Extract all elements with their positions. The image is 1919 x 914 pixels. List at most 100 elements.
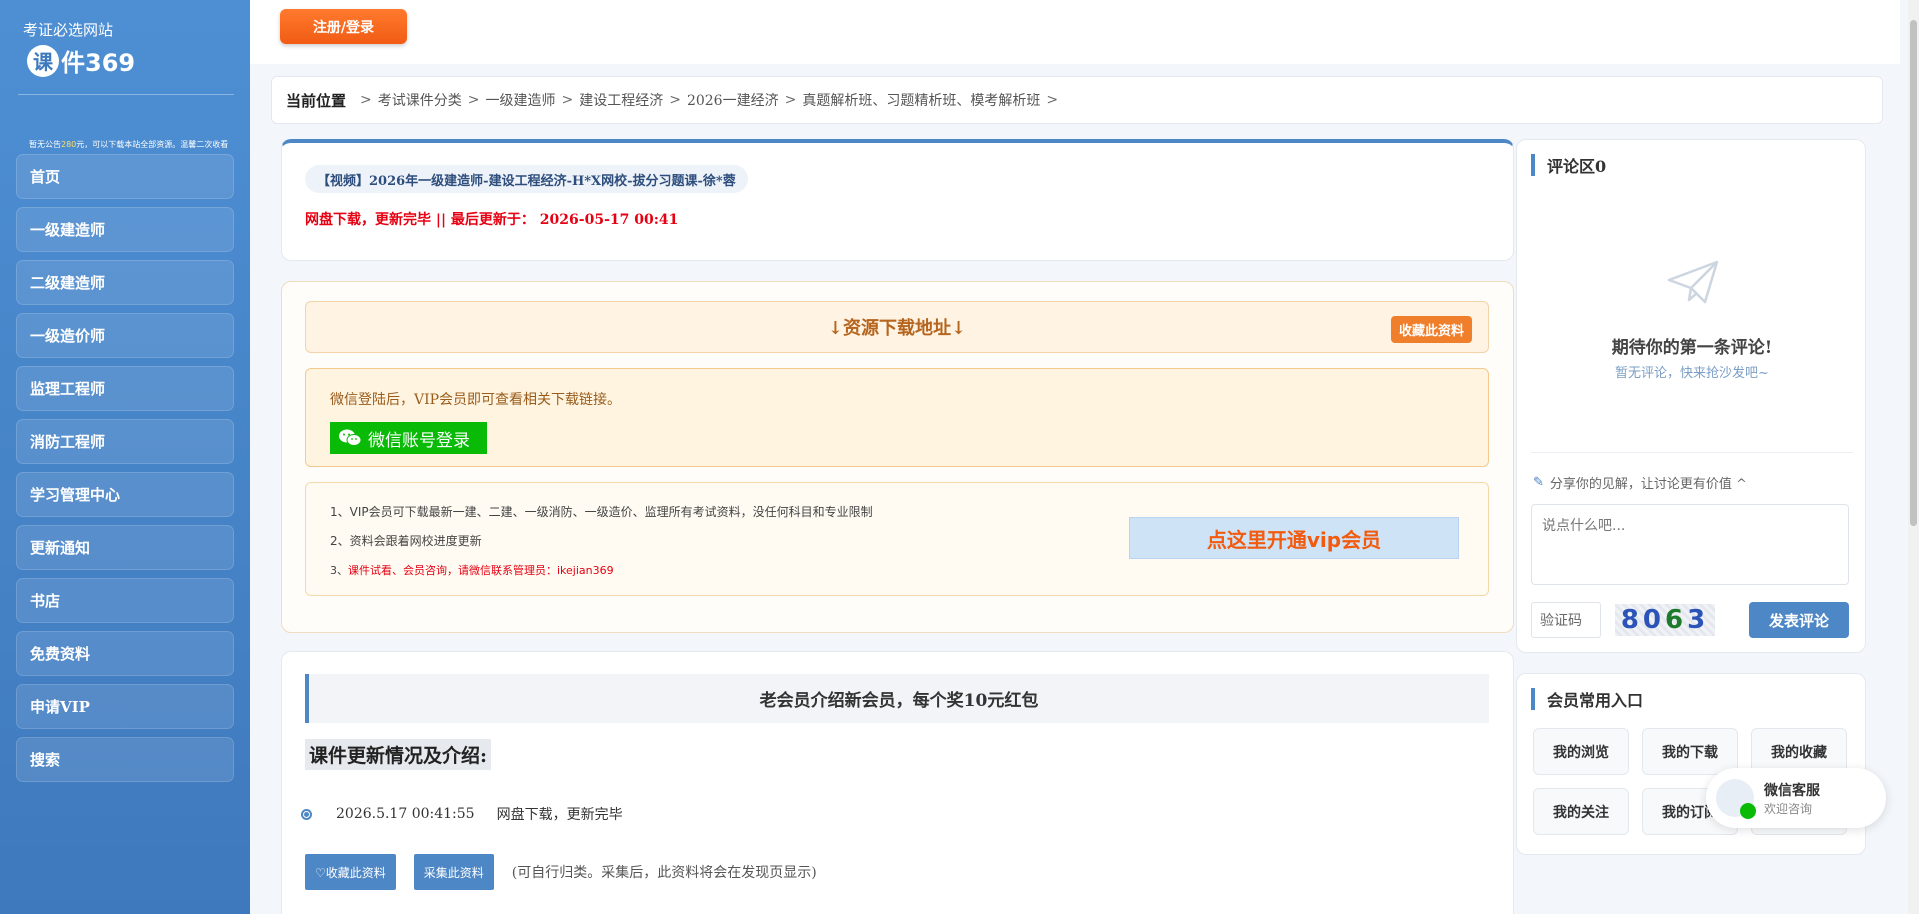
breadcrumb-sep: > xyxy=(561,92,574,108)
log-time: 2026.5.17 00:41:55 xyxy=(336,806,475,822)
service-avatar xyxy=(1716,779,1756,819)
member-shortcuts-title: 会员常用入口 xyxy=(1531,688,1643,710)
notice-text-a: 暂无公告 xyxy=(29,140,61,149)
sidebar-item-erjian[interactable]: 二级建造师 xyxy=(16,260,234,305)
open-vip-button[interactable]: 点这里开通vip会员 xyxy=(1129,517,1459,559)
action-row: ♡收藏此资料 采集此资料 (可自行归类。采集后，此资料将会在发现页显示) xyxy=(305,854,817,890)
update-log-row: 2026.5.17 00:41:55 网盘下载，更新完毕 xyxy=(301,804,623,824)
sidebar-item-label: 一级造价师 xyxy=(30,327,106,345)
empty-comment-title: 期待你的第一条评论! xyxy=(1611,338,1773,358)
sidebar-item-label: 书店 xyxy=(30,592,61,610)
breadcrumb-link[interactable]: 建设工程经济 xyxy=(579,90,663,110)
timeline-dot-icon xyxy=(301,808,312,820)
sidebar-item-label: 首页 xyxy=(30,168,61,186)
sidebar-item-yijian[interactable]: 一级建造师 xyxy=(16,207,234,252)
intro-card: 老会员介绍新会员，每个奖10元红包 课件更新情况及介绍: 2026.5.17 0… xyxy=(281,651,1514,914)
breadcrumb-sep: > xyxy=(1046,92,1059,108)
sidebar-item-label: 免费资料 xyxy=(30,645,91,663)
comment-textarea[interactable]: 说点什么吧... xyxy=(1531,504,1849,585)
collect-material-button[interactable]: 采集此资料 xyxy=(413,854,494,890)
sidebar-item-jianli[interactable]: 监理工程师 xyxy=(16,366,234,411)
vip-info-box: 1、VIP会员可下载最新一建、二建、一级消防、一级造价、监理所有考试资料，没任何… xyxy=(305,482,1489,596)
sidebar-notice: 暂无公告280元，可以下载本站全部资源。温馨二次收看 xyxy=(29,139,239,150)
comment-divider xyxy=(1531,452,1853,453)
sidebar-item-label: 学习管理中心 xyxy=(30,486,121,504)
vip-contact-line: 3、课件试看、会员咨询，请微信联系管理员：ikejian369 xyxy=(330,562,614,578)
sidebar-item-updates[interactable]: 更新通知 xyxy=(16,525,234,570)
sidebar-item-xiaofang[interactable]: 消防工程师 xyxy=(16,419,234,464)
resource-card: ↓资源下载地址↓ 收藏此资料 微信登陆后，VIP会员即可查看相关下载链接。 微信… xyxy=(281,281,1514,633)
wechat-service-widget[interactable]: 微信客服 欢迎咨询 xyxy=(1706,768,1886,828)
page-scrollbar[interactable] xyxy=(1908,0,1919,914)
sidebar-item-label: 监理工程师 xyxy=(30,380,106,398)
vip-contact-prefix: 3、 xyxy=(330,564,348,577)
breadcrumb-sep: > xyxy=(784,92,797,108)
comment-title: 评论区0 xyxy=(1531,154,1606,176)
wechat-login-button[interactable]: 微信账号登录 xyxy=(330,422,487,454)
sidebar-item-home[interactable]: 首页 xyxy=(16,154,234,199)
wechat-icon xyxy=(339,429,362,446)
login-box: 微信登陆后，VIP会员即可查看相关下载链接。 微信账号登录 xyxy=(305,368,1489,467)
sidebar-item-label: 一级建造师 xyxy=(30,221,106,239)
service-title: 微信客服 xyxy=(1764,782,1820,799)
captcha-input[interactable]: 验证码 xyxy=(1531,602,1601,638)
article-title: 【视频】2026年一级建造师-建设工程经济-H*X网校-拔分习题课-徐*蓉 xyxy=(305,165,748,193)
captcha-image[interactable]: 80 6 3 xyxy=(1615,604,1715,636)
breadcrumb-link[interactable]: 真题解析班、习题精析班、模考解析班 xyxy=(802,90,1040,110)
favorite-material-button[interactable]: ♡收藏此资料 xyxy=(305,854,396,890)
sidebar-item-label: 申请VIP xyxy=(30,698,90,716)
comment-prompt: ✎ 分享你的见解，让讨论更有价值 ^ xyxy=(1533,473,1747,492)
breadcrumb-current-label: 当前位置 xyxy=(286,91,347,110)
sidebar-item-zaojia[interactable]: 一级造价师 xyxy=(16,313,234,358)
breadcrumb-link[interactable]: 一级建造师 xyxy=(485,90,555,110)
breadcrumb-sep: > xyxy=(360,92,372,108)
intro-title: 课件更新情况及介绍: xyxy=(305,739,492,770)
site-logo[interactable]: 课 件369 xyxy=(27,43,135,78)
breadcrumb-sep: > xyxy=(669,92,681,108)
referral-promo: 老会员介绍新会员，每个奖10元红包 xyxy=(305,674,1489,723)
scrollbar-thumb[interactable] xyxy=(1910,20,1917,526)
top-strip xyxy=(250,0,1900,64)
register-login-button[interactable]: 注册/登录 xyxy=(280,9,407,44)
my-history-button[interactable]: 我的浏览 xyxy=(1533,728,1629,775)
sidebar-item-label: 消防工程师 xyxy=(30,433,106,451)
sidebar-nav: 首页 一级建造师 二级建造师 一级造价师 监理工程师 消防工程师 学习管理中心 … xyxy=(16,154,234,790)
captcha-digits: 6 xyxy=(1665,605,1688,635)
site-tagline: 考证必选网站 xyxy=(23,21,114,39)
favorite-button[interactable]: 收藏此资料 xyxy=(1390,316,1472,343)
comment-section: 评论区0 期待你的第一条评论! 暂无评论，快来抢沙发吧~ ✎ 分享你的见解，让讨… xyxy=(1516,139,1866,653)
notice-highlight: 280 xyxy=(61,140,77,149)
sidebar-item-search[interactable]: 搜索 xyxy=(16,737,234,782)
captcha-digits: 80 xyxy=(1620,605,1665,635)
comment-prompt-text: 分享你的见解，让讨论更有价值 ^ xyxy=(1549,477,1747,492)
sidebar-item-label: 搜索 xyxy=(30,751,61,769)
sidebar-item-label: 二级建造师 xyxy=(30,274,106,292)
sidebar-item-study-center[interactable]: 学习管理中心 xyxy=(16,472,234,517)
logo-text: 件369 xyxy=(61,49,136,77)
notice-text-b: 元，可以下载本站全部资源。温馨二次收看 xyxy=(76,140,229,149)
wechat-badge-icon xyxy=(1740,803,1756,819)
vip-info-line: 1、VIP会员可下载最新一建、二建、一级消防、一级造价、监理所有考试资料，没任何… xyxy=(330,505,873,519)
sidebar-item-label: 更新通知 xyxy=(30,539,91,557)
breadcrumb-link[interactable]: 考试课件分类 xyxy=(378,90,462,110)
login-tip: 微信登陆后，VIP会员即可查看相关下载链接。 xyxy=(330,392,622,408)
sidebar-divider xyxy=(18,94,234,95)
post-comment-button[interactable]: 发表评论 xyxy=(1749,602,1849,638)
breadcrumb: 当前位置 > 考试课件分类 > 一级建造师 > 建设工程经济 > 2026一建经… xyxy=(271,76,1883,124)
breadcrumb-link[interactable]: 2026一建经济 xyxy=(687,90,779,110)
article-title-card: 【视频】2026年一级建造师-建设工程经济-H*X网校-拔分习题课-徐*蓉 网盘… xyxy=(281,139,1514,261)
vip-info-line: 2、资料会跟着网校进度更新 xyxy=(330,534,482,548)
sidebar-item-bookstore[interactable]: 书店 xyxy=(16,578,234,623)
pencil-icon: ✎ xyxy=(1533,475,1544,490)
service-sub: 欢迎咨询 xyxy=(1764,801,1813,816)
wechat-login-label: 微信账号登录 xyxy=(368,430,470,451)
service-text: 微信客服 欢迎咨询 xyxy=(1764,780,1820,817)
empty-comment-sub: 暂无评论，快来抢沙发吧~ xyxy=(1615,366,1769,381)
update-status: 网盘下载，更新完毕 || 最后更新于： 2026-05-17 00:41 xyxy=(305,212,679,228)
log-text: 网盘下载，更新完毕 xyxy=(496,807,623,823)
my-downloads-button[interactable]: 我的下载 xyxy=(1642,728,1738,775)
my-follows-button[interactable]: 我的关注 xyxy=(1533,788,1629,835)
resource-header-title: ↓资源下载地址↓ xyxy=(827,318,967,339)
sidebar-item-free[interactable]: 免费资料 xyxy=(16,631,234,676)
sidebar-item-vip[interactable]: 申请VIP xyxy=(16,684,234,729)
